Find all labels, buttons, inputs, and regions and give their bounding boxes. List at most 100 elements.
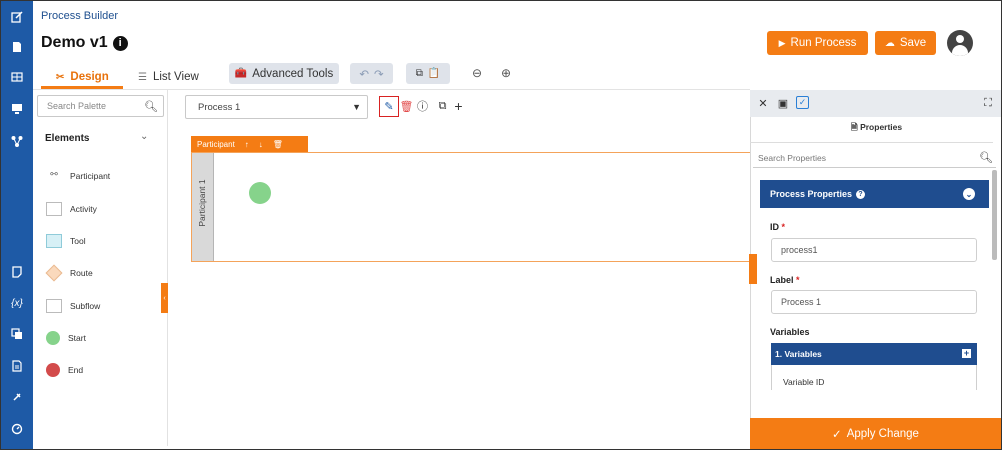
palette-item-subflow[interactable]: Subflow <box>46 297 100 315</box>
palette-item-participant[interactable]: ⚯ Participant <box>46 167 110 185</box>
left-nav-rail: {x} <box>1 1 33 449</box>
tab-design[interactable]: ✂ Design <box>56 66 109 88</box>
document-icon[interactable] <box>9 39 25 55</box>
dashboard-icon[interactable] <box>9 421 25 437</box>
undo-icon[interactable]: ↶ <box>359 67 369 81</box>
pool-header[interactable]: Participant ↑ ↓ 🗑︎ <box>191 136 308 152</box>
activity-shape-icon <box>46 202 62 216</box>
properties-title: 🗎︎ Properties <box>750 122 1001 136</box>
run-process-button[interactable]: ▶ Run Process <box>767 31 868 55</box>
chevron-down-icon[interactable]: ⌄ <box>140 131 148 142</box>
tab-design-label: Design <box>70 71 109 83</box>
tool-shape-icon <box>46 234 62 248</box>
file-icon[interactable] <box>9 358 25 374</box>
check-icon: ✓ <box>832 428 842 441</box>
search-icon[interactable]: 🔍︎ <box>144 100 158 113</box>
user-avatar[interactable] <box>947 30 973 56</box>
process-select[interactable]: Process 1 ▼ <box>185 95 368 119</box>
tab-list-view[interactable]: ☰ List View <box>138 66 199 88</box>
properties-resize-handle[interactable] <box>749 254 757 284</box>
form-icon[interactable] <box>9 264 25 280</box>
chevron-down-icon: ▼ <box>352 102 361 112</box>
save-disk-icon[interactable]: ▣ <box>776 96 790 110</box>
tab-list-view-label: List View <box>152 71 199 83</box>
plugin-icon[interactable] <box>9 389 25 405</box>
apply-change-label: Apply Change <box>846 427 919 440</box>
edit-pencil-icon[interactable]: ✎ <box>379 96 399 117</box>
required-marker: * <box>796 275 800 285</box>
palette-item-label: Subflow <box>70 301 101 311</box>
start-event-node[interactable] <box>249 182 271 204</box>
palette-item-activity[interactable]: Activity <box>46 200 97 218</box>
arrow-down-icon[interactable]: ↓ <box>259 140 263 149</box>
variables-icon[interactable]: {x} <box>9 295 25 311</box>
expand-icon[interactable]: ⛶ <box>981 96 995 110</box>
palette-item-tool[interactable]: Tool <box>46 232 86 250</box>
save-label: Save <box>899 37 927 49</box>
palette-item-route[interactable]: Route <box>45 264 93 282</box>
palette-item-start[interactable]: Start <box>46 329 86 347</box>
palette-item-label: Start <box>68 333 86 343</box>
process-properties-label: Process Properties <box>770 189 853 199</box>
delete-icon[interactable]: 🗑︎ <box>400 99 414 113</box>
variable-id-field[interactable]: Variable ID <box>771 365 977 390</box>
cloud-upload-icon: ☁ <box>884 37 895 49</box>
lane-label-strip[interactable]: Participant 1 <box>192 153 214 261</box>
palette-item-label: Participant <box>70 171 111 181</box>
advanced-tools-button[interactable]: 🧰 Advanced Tools <box>229 63 339 84</box>
close-icon[interactable]: ✕ <box>756 96 770 110</box>
arrow-up-icon[interactable]: ↑ <box>245 140 249 149</box>
properties-panel <box>750 90 1001 449</box>
process-select-value: Process 1 <box>198 101 241 113</box>
participant-icon: ⚯ <box>50 169 58 179</box>
palette-item-label: Route <box>70 268 93 278</box>
info-icon[interactable]: i <box>112 35 128 51</box>
id-field[interactable]: process1 <box>771 238 977 262</box>
paste-icon[interactable]: 📋 <box>428 68 440 79</box>
variables-group-label: 1. Variables <box>775 349 822 359</box>
collapse-chevron-icon[interactable]: ⌄ <box>963 188 975 200</box>
palette-collapse-handle[interactable]: ‹ <box>161 283 168 313</box>
monitor-icon[interactable] <box>9 101 25 117</box>
pool-header-label: Participant <box>197 139 235 149</box>
duplicate-icon[interactable]: ⧉ <box>436 99 449 113</box>
zoom-out-icon[interactable]: ⊖ <box>470 66 484 80</box>
palette-item-label: End <box>68 365 84 375</box>
label-field-value: Process 1 <box>781 297 822 307</box>
palette-search-placeholder: Search Palette <box>47 101 107 111</box>
apply-change-button[interactable]: ✓ Apply Change <box>750 418 1001 449</box>
variables-group-header[interactable]: 1. Variables + <box>771 343 977 365</box>
palette-search-input[interactable]: Search Palette 🔍︎ <box>37 95 164 117</box>
add-icon[interactable]: + <box>452 98 465 114</box>
process-properties-header[interactable]: Process Properties ? ⌄ <box>760 180 989 208</box>
design-tools-icon: ✂ <box>56 71 65 83</box>
properties-search-input[interactable]: Search Properties 🔍︎ <box>753 148 996 168</box>
toolbox-icon: 🧰 <box>234 68 248 79</box>
add-variable-icon[interactable]: + <box>962 349 971 358</box>
palette-item-label: Activity <box>70 204 97 214</box>
save-button[interactable]: ☁ Save <box>875 31 936 55</box>
edit-note-icon[interactable] <box>9 9 25 25</box>
properties-divider <box>750 142 993 143</box>
label-field[interactable]: Process 1 <box>771 290 977 314</box>
checkbox-icon[interactable]: ✓ <box>796 96 809 109</box>
copy-icon[interactable]: ⧉ <box>416 68 423 79</box>
list-icon: ☰ <box>138 71 147 83</box>
help-icon[interactable]: ? <box>856 189 866 199</box>
process-flow-icon[interactable] <box>9 133 25 149</box>
zoom-in-icon[interactable]: ⊕ <box>499 66 513 80</box>
route-diamond-icon <box>45 264 63 282</box>
info-circle-icon[interactable]: ⓘ <box>416 99 429 113</box>
participant-pool[interactable]: Participant 1 <box>191 152 751 262</box>
copy-paste-group: ⧉ 📋 <box>406 63 450 84</box>
end-circle-icon <box>46 363 60 377</box>
search-icon[interactable]: 🔍︎ <box>979 151 993 164</box>
table-icon[interactable] <box>9 69 25 85</box>
copy-icon[interactable] <box>9 326 25 342</box>
palette-item-end[interactable]: End <box>46 361 83 379</box>
properties-search-placeholder: Search Properties <box>758 152 827 163</box>
trash-icon[interactable]: 🗑︎ <box>273 140 283 149</box>
properties-scrollbar[interactable] <box>992 170 997 260</box>
id-field-label: ID * <box>770 222 785 232</box>
redo-icon[interactable]: ↷ <box>374 67 384 81</box>
